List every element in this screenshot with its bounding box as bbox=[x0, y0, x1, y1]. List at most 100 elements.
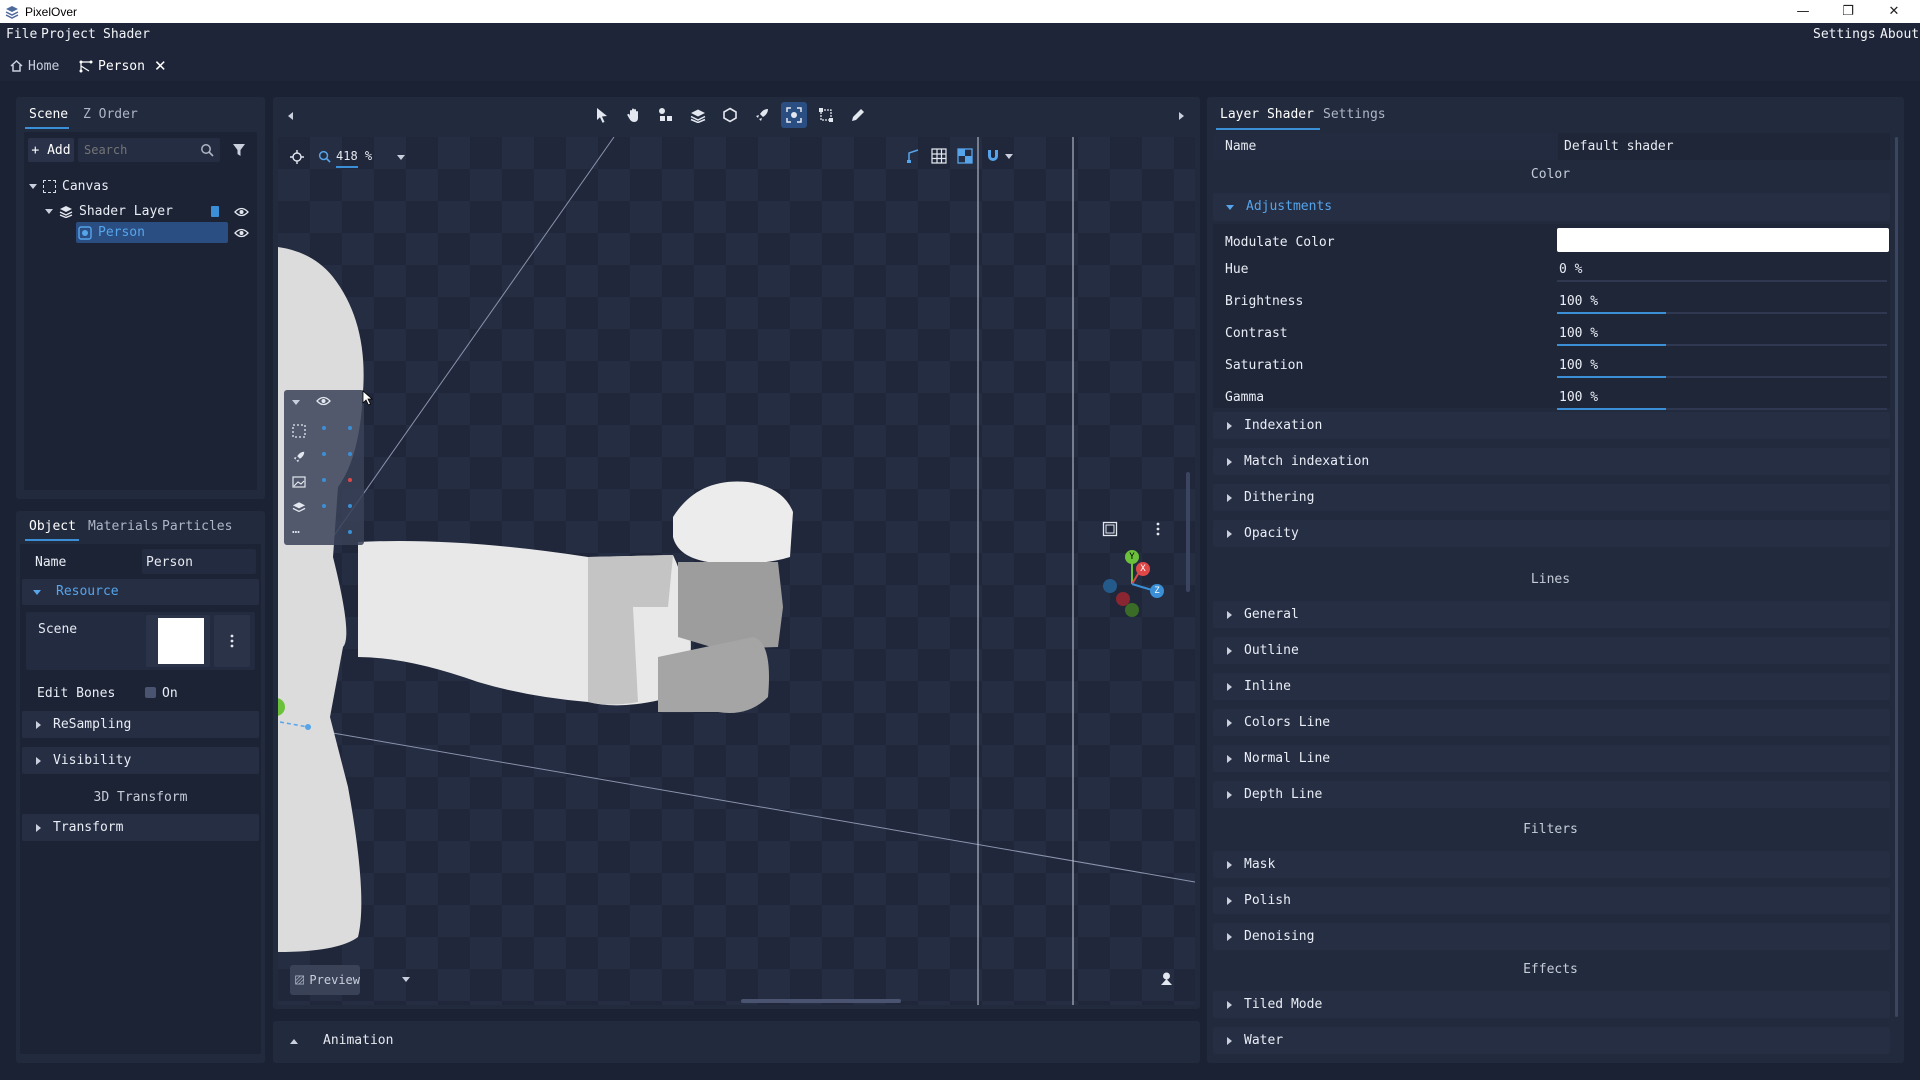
grid-icon[interactable] bbox=[931, 148, 947, 164]
adjustment-slider[interactable] bbox=[1557, 280, 1887, 282]
magnet-icon[interactable] bbox=[985, 148, 1001, 164]
palette-dot[interactable] bbox=[322, 426, 326, 430]
visibility-eye-icon[interactable] bbox=[234, 228, 249, 238]
tree-item-shader-layer[interactable]: Shader Layer bbox=[45, 204, 173, 219]
adjustments-section-header[interactable]: Adjustments bbox=[1213, 193, 1890, 221]
tab-home[interactable]: Home bbox=[10, 55, 59, 77]
filter-icon[interactable] bbox=[232, 143, 246, 157]
expand-arrow-icon[interactable] bbox=[1227, 932, 1232, 941]
shader-name-field[interactable]: Default shader bbox=[1558, 133, 1890, 160]
lines-section[interactable]: Colors Line bbox=[1213, 709, 1890, 736]
tab-shader-settings[interactable]: Settings bbox=[1323, 107, 1386, 122]
axis-x-handle[interactable]: X bbox=[1136, 562, 1150, 576]
magnet-dropdown-icon[interactable] bbox=[1005, 154, 1013, 159]
axis-y-handle[interactable]: Y bbox=[1125, 550, 1139, 564]
selection-icon[interactable] bbox=[292, 424, 306, 438]
lines-section[interactable]: General bbox=[1213, 601, 1890, 628]
expand-arrow-icon[interactable] bbox=[1227, 860, 1232, 869]
zoom-level[interactable]: 418 % bbox=[336, 149, 372, 163]
select-tool-button[interactable] bbox=[589, 102, 615, 128]
particle-tool-button[interactable] bbox=[749, 102, 775, 128]
tab-layer-shader[interactable]: Layer Shader bbox=[1220, 107, 1314, 122]
color-section[interactable]: Match indexation bbox=[1213, 448, 1890, 475]
bone-joint[interactable] bbox=[305, 724, 311, 730]
render-settings-icon[interactable] bbox=[1159, 971, 1174, 986]
preview-dropdown-icon[interactable] bbox=[402, 977, 410, 982]
axis-z-handle[interactable]: Z bbox=[1150, 584, 1164, 598]
rocket-icon[interactable] bbox=[292, 450, 306, 464]
expand-arrow-icon[interactable] bbox=[1227, 1036, 1232, 1045]
menu-shader[interactable]: Shader bbox=[103, 27, 150, 42]
tab-materials[interactable]: Materials bbox=[88, 519, 158, 534]
menu-settings[interactable]: Settings bbox=[1813, 27, 1876, 42]
animation-panel[interactable]: Animation bbox=[273, 1021, 1200, 1063]
filters-section[interactable]: Denoising bbox=[1213, 923, 1890, 950]
modulate-color-swatch[interactable] bbox=[1557, 228, 1889, 252]
expand-arrow-icon[interactable] bbox=[1227, 896, 1232, 905]
maximize-button[interactable]: ❐ bbox=[1826, 0, 1870, 23]
filters-section[interactable]: Mask bbox=[1213, 851, 1890, 878]
more-vertical-icon[interactable] bbox=[1156, 522, 1160, 536]
expand-arrow-icon[interactable] bbox=[1227, 610, 1232, 619]
palette-dot[interactable] bbox=[348, 478, 352, 482]
recenter-icon[interactable] bbox=[290, 150, 304, 164]
transform-section[interactable]: Transform bbox=[22, 814, 259, 841]
palette-collapse-icon[interactable] bbox=[292, 400, 300, 405]
expand-arrow-icon[interactable] bbox=[36, 756, 41, 765]
edit-bones-checkbox[interactable] bbox=[145, 687, 156, 698]
bone-tool-button[interactable] bbox=[653, 102, 679, 128]
tab-person[interactable]: Person ✕ bbox=[79, 55, 167, 77]
visibility-section[interactable]: Visibility bbox=[22, 747, 259, 774]
expand-arrow-icon[interactable] bbox=[1227, 718, 1232, 727]
color-section[interactable]: Opacity bbox=[1213, 520, 1890, 547]
shader-badge-icon[interactable] bbox=[210, 205, 220, 218]
palette-dot[interactable] bbox=[348, 530, 352, 534]
lines-section[interactable]: Inline bbox=[1213, 673, 1890, 700]
adjustment-value[interactable]: 100 % bbox=[1559, 294, 1598, 309]
more-horizontal-icon[interactable]: … bbox=[292, 522, 300, 537]
expand-arrow-icon[interactable] bbox=[1227, 457, 1232, 466]
polygon-tool-button[interactable] bbox=[717, 102, 743, 128]
snap-bones-icon[interactable] bbox=[907, 149, 921, 163]
expand-arrow-icon[interactable] bbox=[1227, 1000, 1232, 1009]
expand-arrow-icon[interactable] bbox=[1227, 682, 1232, 691]
tree-item-canvas[interactable]: Canvas bbox=[29, 179, 109, 194]
viewport-canvas[interactable]: 418 % … Y X Z Preview bbox=[278, 137, 1195, 1005]
layers-icon[interactable] bbox=[292, 501, 306, 514]
effects-section[interactable]: Tiled Mode bbox=[1213, 991, 1890, 1018]
collapse-arrow-icon[interactable] bbox=[33, 590, 41, 595]
tab-z-order[interactable]: Z Order bbox=[83, 107, 138, 122]
collapse-right-icon[interactable] bbox=[1179, 112, 1184, 120]
lines-section[interactable]: Outline bbox=[1213, 637, 1890, 664]
expand-arrow-icon[interactable] bbox=[1227, 421, 1232, 430]
shader-panel-scrollbar[interactable] bbox=[1895, 137, 1898, 1017]
pan-tool-button[interactable] bbox=[621, 102, 647, 128]
adjustment-value[interactable]: 100 % bbox=[1559, 326, 1598, 341]
viewport-horizontal-scrollbar[interactable] bbox=[741, 999, 901, 1003]
layer-tool-button[interactable] bbox=[685, 102, 711, 128]
tab-scene[interactable]: Scene bbox=[29, 107, 68, 122]
tree-item-person[interactable]: Person bbox=[78, 225, 145, 240]
expand-arrow-icon[interactable] bbox=[45, 209, 53, 214]
zoom-dropdown-icon[interactable] bbox=[397, 155, 405, 160]
close-tab-icon[interactable]: ✕ bbox=[154, 57, 167, 75]
lines-section[interactable]: Depth Line bbox=[1213, 781, 1890, 808]
visibility-eye-icon[interactable] bbox=[316, 396, 331, 406]
palette-dot[interactable] bbox=[322, 452, 326, 456]
menu-about[interactable]: About bbox=[1880, 27, 1919, 42]
search-input[interactable] bbox=[84, 142, 194, 158]
menu-file[interactable]: File bbox=[6, 27, 37, 42]
expand-arrow-icon[interactable] bbox=[1227, 493, 1232, 502]
color-section[interactable]: Dithering bbox=[1213, 484, 1890, 511]
close-window-button[interactable]: ✕ bbox=[1872, 0, 1916, 23]
checker-background-icon[interactable] bbox=[957, 148, 973, 164]
effects-section[interactable]: Water bbox=[1213, 1027, 1890, 1054]
preview-button[interactable]: Preview bbox=[290, 965, 360, 995]
axis-gizmo[interactable]: Y X Z bbox=[1098, 547, 1168, 617]
expand-arrow-icon[interactable] bbox=[1227, 754, 1232, 763]
transform-tool-button[interactable] bbox=[813, 102, 839, 128]
palette-dot[interactable] bbox=[322, 504, 326, 508]
palette-dot[interactable] bbox=[348, 452, 352, 456]
lines-section[interactable]: Normal Line bbox=[1213, 745, 1890, 772]
color-section[interactable]: Indexation bbox=[1213, 412, 1890, 439]
